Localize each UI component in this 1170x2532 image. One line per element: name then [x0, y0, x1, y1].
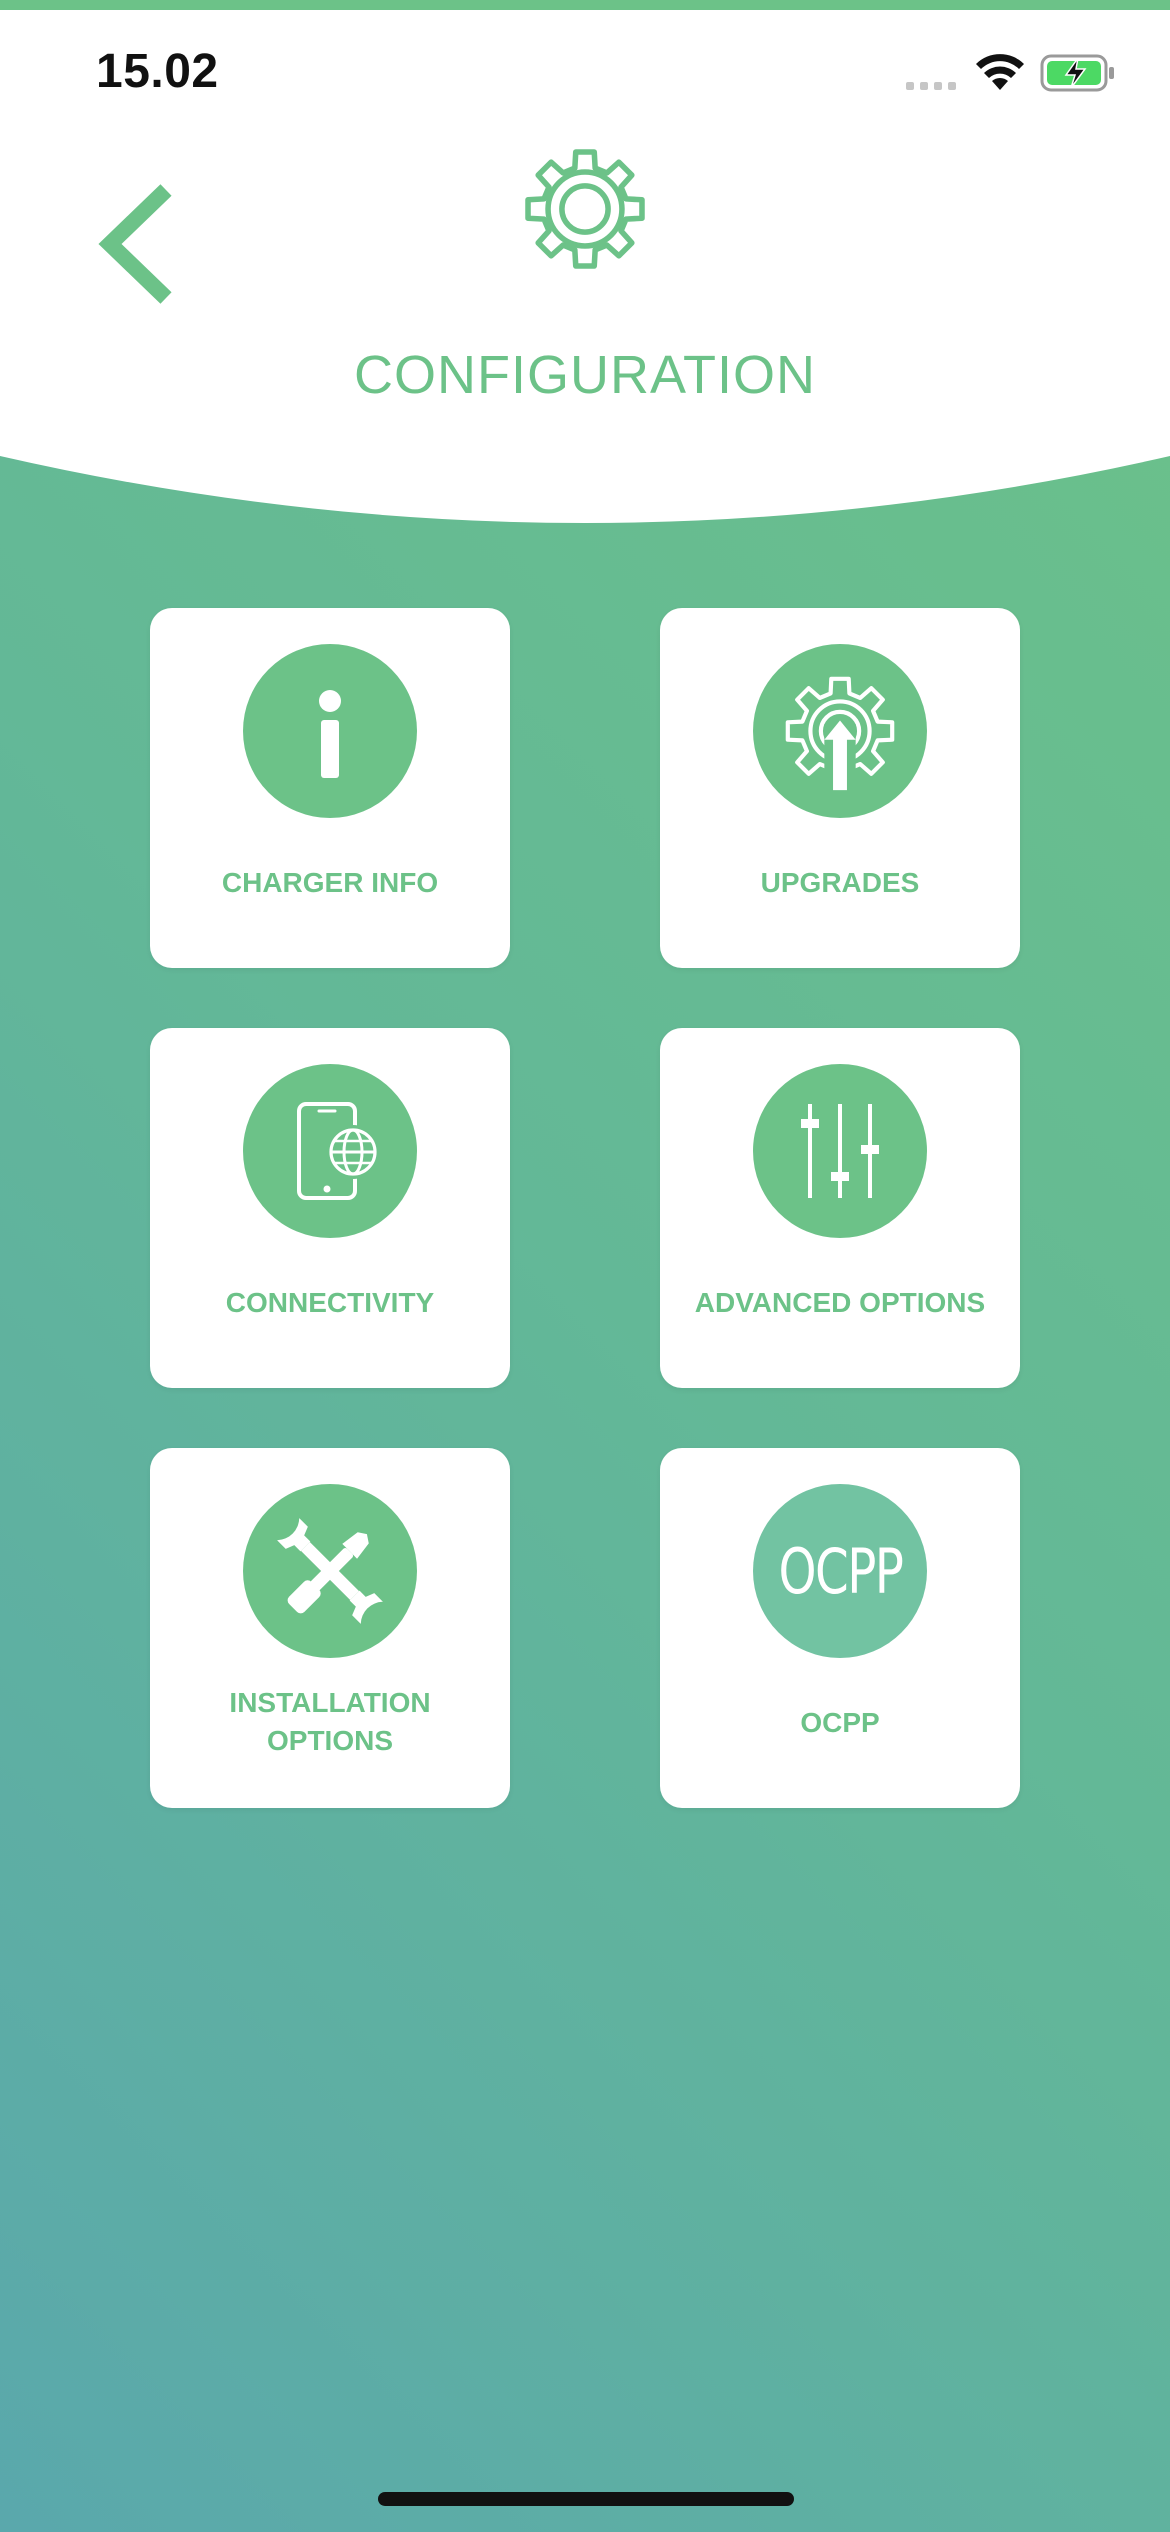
charger-info-button[interactable]: CHARGER INFO — [150, 608, 510, 968]
ocpp-icon: OCPP — [753, 1484, 927, 1658]
connectivity-button[interactable]: CONNECTIVITY — [150, 1028, 510, 1388]
upgrades-label: UPGRADES — [760, 867, 920, 898]
home-indicator[interactable] — [378, 2492, 794, 2506]
chevron-left-icon — [98, 184, 172, 304]
gear-upgrade-icon — [753, 644, 927, 818]
installation-options-label-line1: INSTALLATION — [229, 1687, 431, 1718]
phone-globe-icon — [243, 1064, 417, 1238]
battery-charging-icon — [1040, 54, 1114, 92]
installation-options-label: INSTALLATION OPTIONS — [160, 1684, 500, 1760]
page-title: CONFIGURATION — [354, 345, 816, 405]
installation-options-button[interactable]: INSTALLATION OPTIONS — [150, 1448, 510, 1808]
advanced-options-button[interactable]: ADVANCED OPTIONS — [660, 1028, 1020, 1388]
sliders-icon — [753, 1064, 927, 1238]
ocpp-label: OCPP — [800, 1707, 880, 1738]
wifi-icon — [976, 54, 1024, 90]
gear-icon — [525, 149, 645, 269]
advanced-options-label: ADVANCED OPTIONS — [694, 1287, 986, 1318]
info-icon — [243, 644, 417, 818]
status-bar: 15.02 — [0, 0, 1170, 140]
charger-info-label: CHARGER INFO — [221, 867, 439, 898]
tools-icon — [243, 1484, 417, 1658]
back-button[interactable] — [92, 182, 182, 306]
status-time: 15.02 — [96, 45, 219, 98]
cellular-signal-icon — [906, 82, 956, 90]
connectivity-label: CONNECTIVITY — [225, 1287, 435, 1318]
ocpp-icon-text: OCPP — [778, 1534, 903, 1608]
ocpp-button[interactable]: OCPP OCPP — [660, 1448, 1020, 1808]
configuration-screen: 15.02 CONFIGURATION CHARGER INFO UPGRADE… — [0, 0, 1170, 2532]
installation-options-label-line2: OPTIONS — [266, 1725, 393, 1756]
upgrades-button[interactable]: UPGRADES — [660, 608, 1020, 968]
